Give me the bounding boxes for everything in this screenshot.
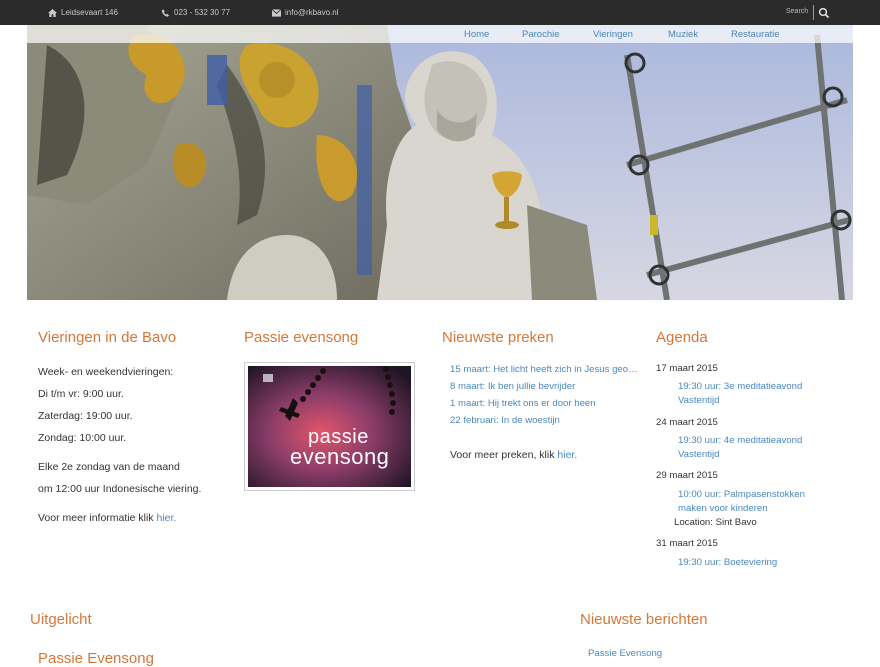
vieringen-extra: Elke 2e zondag van de maand [38, 461, 180, 473]
passie-evensong-poster[interactable]: passie evensong [244, 362, 415, 491]
nav-vieringen[interactable]: Vieringen [593, 29, 633, 40]
agenda-date: 31 maart 2015 [656, 538, 718, 549]
email-text[interactable]: info@rkbavo.nl [285, 8, 338, 17]
agenda-item-line[interactable]: Vastentijd [678, 394, 818, 408]
address-info: Leidsevaart 146 [48, 8, 118, 17]
agenda-item-line[interactable]: 19:30 uur: 4e meditatieavond [678, 434, 818, 448]
nav-home[interactable]: Home [464, 29, 489, 40]
vieringen-line: Di t/m vr: 9:00 uur. [38, 388, 124, 400]
agenda-date: 17 maart 2015 [656, 363, 718, 374]
agenda-item[interactable]: 19:30 uur: 4e meditatieavond Vastentijd [678, 434, 818, 462]
home-icon [48, 8, 57, 17]
preken-link[interactable]: 22 februari: In de woestijn [450, 415, 638, 426]
passie-title: Passie evensong [244, 329, 359, 346]
poster-canvas: passie evensong [248, 366, 411, 487]
vieringen-more-text: Voor meer informatie klik [38, 512, 157, 524]
vieringen-more-link[interactable]: hier. [156, 512, 176, 524]
hero-image [27, 25, 853, 300]
preken-more: Voor meer preken, klik hier. [450, 449, 577, 461]
search-icon[interactable] [818, 7, 830, 19]
agenda-item[interactable]: 19:30 uur: 3e meditatieavond Vastentijd [678, 380, 818, 408]
search-divider [813, 5, 814, 20]
vieringen-extra: om 12:00 uur Indonesische viering. [38, 483, 202, 495]
email-info[interactable]: info@rkbavo.nl [272, 8, 338, 17]
agenda-date: 29 maart 2015 [656, 470, 718, 481]
preken-link[interactable]: 15 maart: Het licht heeft zich in Jesus … [450, 364, 638, 375]
uitgelicht-title: Uitgelicht [30, 611, 92, 628]
top-bar: Leidsevaart 146 023 - 532 30 77 info@rkb… [0, 0, 880, 25]
agenda-item-line[interactable]: Vastentijd [678, 448, 818, 462]
vieringen-more: Voor meer informatie klik hier. [38, 512, 176, 524]
berichten-item[interactable]: Passie Evensong [588, 648, 662, 659]
vieringen-line: Zaterdag: 19:00 uur. [38, 410, 133, 422]
phone-info: 023 - 532 30 77 [161, 8, 230, 17]
agenda-location: Location: Sint Bavo [674, 517, 757, 528]
vieringen-title: Vieringen in de Bavo [38, 329, 177, 346]
phone-text: 023 - 532 30 77 [174, 8, 231, 17]
agenda-date: 24 maart 2015 [656, 417, 718, 428]
search-input[interactable]: Search [786, 8, 808, 15]
agenda-item-line[interactable]: 19:30 uur: Boeteviering [678, 556, 818, 570]
vieringen-line: Zondag: 10:00 uur. [38, 432, 127, 444]
preken-link[interactable]: 1 maart: Hij trekt ons er door heen [450, 398, 638, 409]
berichten-title: Nieuwste berichten [580, 611, 708, 628]
preken-link[interactable]: 8 maart: Ik ben jullie bevrijder [450, 381, 638, 392]
vieringen-line: Week- en weekendvieringen: [38, 366, 174, 378]
nav-parochie[interactable]: Parochie [522, 29, 560, 40]
agenda-item-line[interactable]: 10:00 uur: Palmpasenstokken [678, 488, 818, 502]
envelope-icon [272, 8, 281, 17]
preken-more-text: Voor meer preken, klik [450, 449, 558, 461]
agenda-item[interactable]: 19:30 uur: Boeteviering [678, 556, 818, 570]
agenda-title: Agenda [656, 329, 708, 346]
agenda-item-line[interactable]: 19:30 uur: 3e meditatieavond [678, 380, 818, 394]
preken-title: Nieuwste preken [442, 329, 554, 346]
poster-word-evensong: evensong [290, 444, 390, 469]
nav-restauratie[interactable]: Restauratie [731, 29, 780, 40]
agenda-item-line[interactable]: maken voor kinderen [678, 502, 818, 516]
preken-more-link[interactable]: hier. [557, 449, 577, 461]
phone-icon [161, 8, 170, 17]
address-text: Leidsevaart 146 [61, 8, 118, 17]
uitgelicht-item[interactable]: Passie Evensong [38, 650, 154, 667]
hero-illustration [27, 25, 853, 300]
main-navigation: Home Parochie Vieringen Muziek Restaurat… [27, 25, 853, 43]
nav-muziek[interactable]: Muziek [668, 29, 698, 40]
agenda-item[interactable]: 10:00 uur: Palmpasenstokken maken voor k… [678, 488, 818, 516]
